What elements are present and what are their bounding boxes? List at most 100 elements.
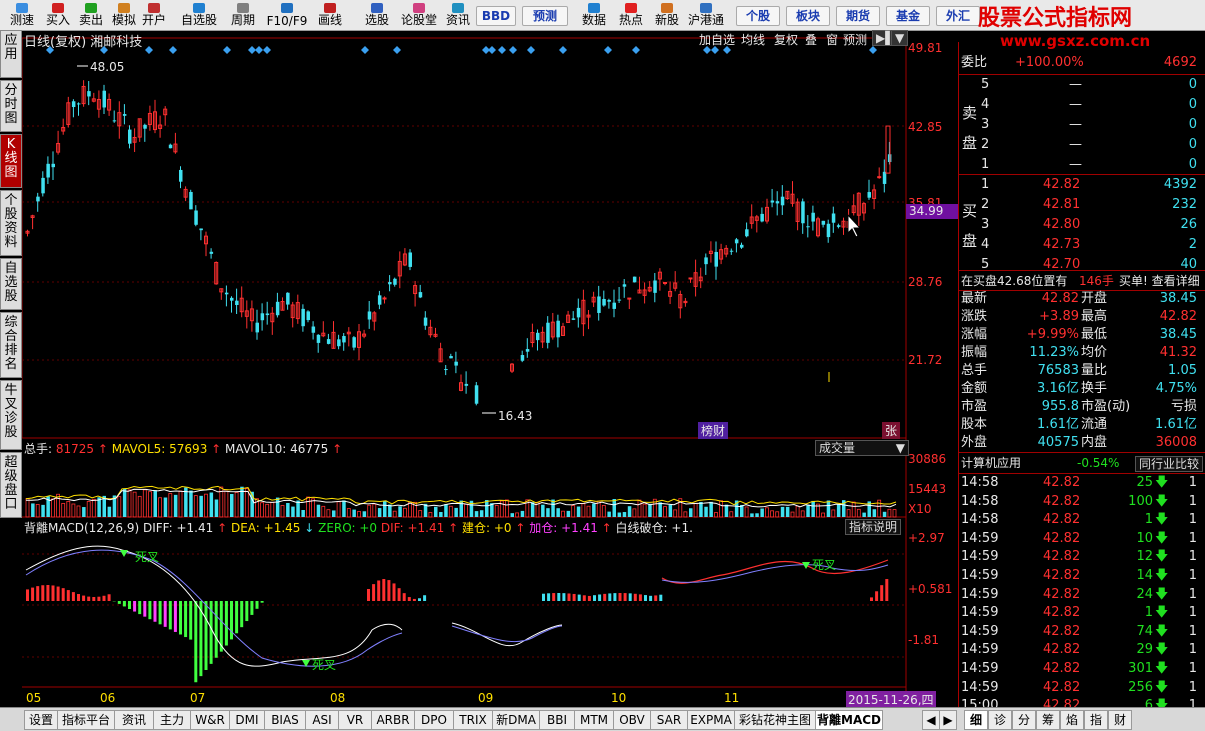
toolbar-item[interactable]: 买入: [43, 0, 73, 30]
quote-panel-tab[interactable]: 诊: [988, 710, 1012, 730]
indicator-dropdown[interactable]: 成交量▼: [815, 440, 909, 456]
bottom-tab[interactable]: 彩钻花神主图: [734, 710, 816, 730]
bottom-tab[interactable]: MTM: [574, 710, 614, 730]
industry-compare-button[interactable]: 同行业比较: [1135, 456, 1203, 472]
candle-down: [730, 251, 734, 252]
macd-dea-line: [26, 550, 402, 666]
bottom-tab[interactable]: BBI: [539, 710, 575, 730]
bottom-tab[interactable]: ASI: [305, 710, 339, 730]
market-tab[interactable]: 期货: [836, 6, 880, 26]
left-tab[interactable]: 个股资料: [0, 190, 22, 256]
notice-row: 在买盘42.68位置有146手买单! 查看详细: [959, 272, 1199, 290]
quote-panel-tab[interactable]: 指: [1084, 710, 1108, 730]
chart-header-button[interactable]: 均线: [741, 31, 765, 48]
toolbar-item[interactable]: 论股堂: [398, 0, 440, 30]
bbd-button[interactable]: BBD: [476, 6, 516, 26]
bottom-tab[interactable]: VR: [338, 710, 372, 730]
bottom-tab[interactable]: BIAS: [264, 710, 306, 730]
signal-diamond: [632, 46, 640, 54]
left-tab[interactable]: 牛叉诊股: [0, 380, 22, 450]
market-tab[interactable]: 基金: [886, 6, 930, 26]
bottom-tab[interactable]: ARBR: [371, 710, 415, 730]
toolbar-item[interactable]: 沪港通: [684, 0, 728, 30]
macd-bar: [619, 593, 622, 601]
volume-bar: [495, 505, 498, 517]
volume-bar: [709, 502, 713, 517]
volume-bar: [143, 490, 146, 517]
toolbar-item[interactable]: 卖出: [76, 0, 106, 30]
left-tab[interactable]: 超级盘口: [0, 452, 22, 518]
kline-chart[interactable]: [22, 30, 958, 707]
volume-bar: [271, 502, 274, 517]
macd-bar: [57, 587, 60, 601]
date-label: 07: [190, 691, 205, 705]
macd-bar: [593, 595, 596, 601]
toolbar-item[interactable]: 周期: [226, 0, 260, 30]
bottom-tab[interactable]: TRIX: [453, 710, 493, 730]
brand-url: www.gsxz.com.cn: [1000, 32, 1150, 50]
left-tab[interactable]: 自选股: [0, 258, 22, 310]
left-tab[interactable]: K线图: [0, 134, 22, 188]
bottom-tab[interactable]: 背離MACD: [815, 710, 883, 730]
volume-bar: [373, 504, 376, 517]
toolbar-item[interactable]: 画线: [313, 0, 347, 30]
toolbar-item[interactable]: 新股: [650, 0, 684, 30]
bottom-tab[interactable]: OBV: [613, 710, 651, 730]
left-tab[interactable]: 分时图: [0, 80, 22, 132]
chart-header-button[interactable]: 加自选: [699, 31, 735, 48]
toolbar-item[interactable]: 资讯: [441, 0, 475, 30]
macd-bar: [588, 596, 591, 601]
bottom-tab[interactable]: DPO: [414, 710, 454, 730]
toolbar-item[interactable]: 数据: [576, 0, 612, 30]
bottom-tab[interactable]: 主力: [153, 710, 191, 730]
left-tab[interactable]: 应用: [0, 30, 22, 78]
bottom-tab[interactable]: SAR: [650, 710, 688, 730]
price-axis-label: 49.81: [908, 41, 942, 55]
chart-header-button[interactable]: 叠: [805, 31, 817, 48]
bottom-tab[interactable]: W&R: [190, 710, 230, 730]
quote-panel-tab[interactable]: 细: [964, 710, 988, 730]
chevron-down-icon[interactable]: ▼: [891, 30, 908, 46]
quote-panel-tab[interactable]: 财: [1108, 710, 1132, 730]
quote-panel-tab[interactable]: 分: [1012, 710, 1036, 730]
chart-header-button[interactable]: 复权: [774, 31, 798, 48]
chart-header-button[interactable]: 预测: [843, 31, 867, 48]
left-tab[interactable]: 综合排名: [0, 312, 22, 378]
volume-bar: [317, 505, 321, 517]
toolbar-item[interactable]: 自选股: [174, 0, 224, 30]
bottom-tab[interactable]: 设置: [24, 710, 58, 730]
market-tab[interactable]: 外汇: [936, 6, 980, 26]
chart-header-button[interactable]: 窗: [826, 31, 838, 48]
volume-bar: [505, 500, 508, 517]
stat-row: 涨跌+3.89最高42.82: [959, 308, 1199, 326]
toolbar-item[interactable]: 开户: [139, 0, 169, 30]
toolbar-item[interactable]: 测速: [2, 0, 42, 30]
quote-panel-tab[interactable]: 焰: [1060, 710, 1084, 730]
scroll-left-icon[interactable]: ◀: [922, 710, 940, 730]
bottom-tab[interactable]: 新DMA: [492, 710, 540, 730]
toolbar-item[interactable]: 热点: [614, 0, 648, 30]
bottom-tab[interactable]: EXPMA: [687, 710, 735, 730]
zhang-badge[interactable]: 张: [882, 422, 900, 439]
bangcai-badge[interactable]: 榜财: [698, 422, 728, 439]
volume-bar: [199, 496, 203, 517]
stat-row: 最新42.82开盘38.45: [959, 290, 1199, 308]
market-tab[interactable]: 个股: [736, 6, 780, 26]
forecast-button[interactable]: 预测: [522, 6, 568, 26]
macd-bar: [77, 594, 80, 601]
bottom-tab[interactable]: 指标平台: [57, 710, 115, 730]
market-tab[interactable]: 板块: [786, 6, 830, 26]
scroll-right-icon[interactable]: ▶: [939, 710, 957, 730]
bottom-tab[interactable]: 资讯: [114, 710, 154, 730]
toolbar-item[interactable]: 模拟: [109, 0, 139, 30]
bottom-tab[interactable]: DMI: [229, 710, 265, 730]
indicator-help-button[interactable]: 指标说明: [845, 519, 901, 535]
toolbar-item[interactable]: F10/F9: [262, 0, 312, 30]
volume-bar: [419, 511, 422, 517]
candle-down: [189, 192, 193, 209]
divider: [959, 270, 1205, 271]
quote-panel-tab[interactable]: 筹: [1036, 710, 1060, 730]
volume-bar: [429, 512, 432, 517]
macd-bar: [179, 601, 182, 635]
toolbar-item[interactable]: 选股: [360, 0, 394, 30]
